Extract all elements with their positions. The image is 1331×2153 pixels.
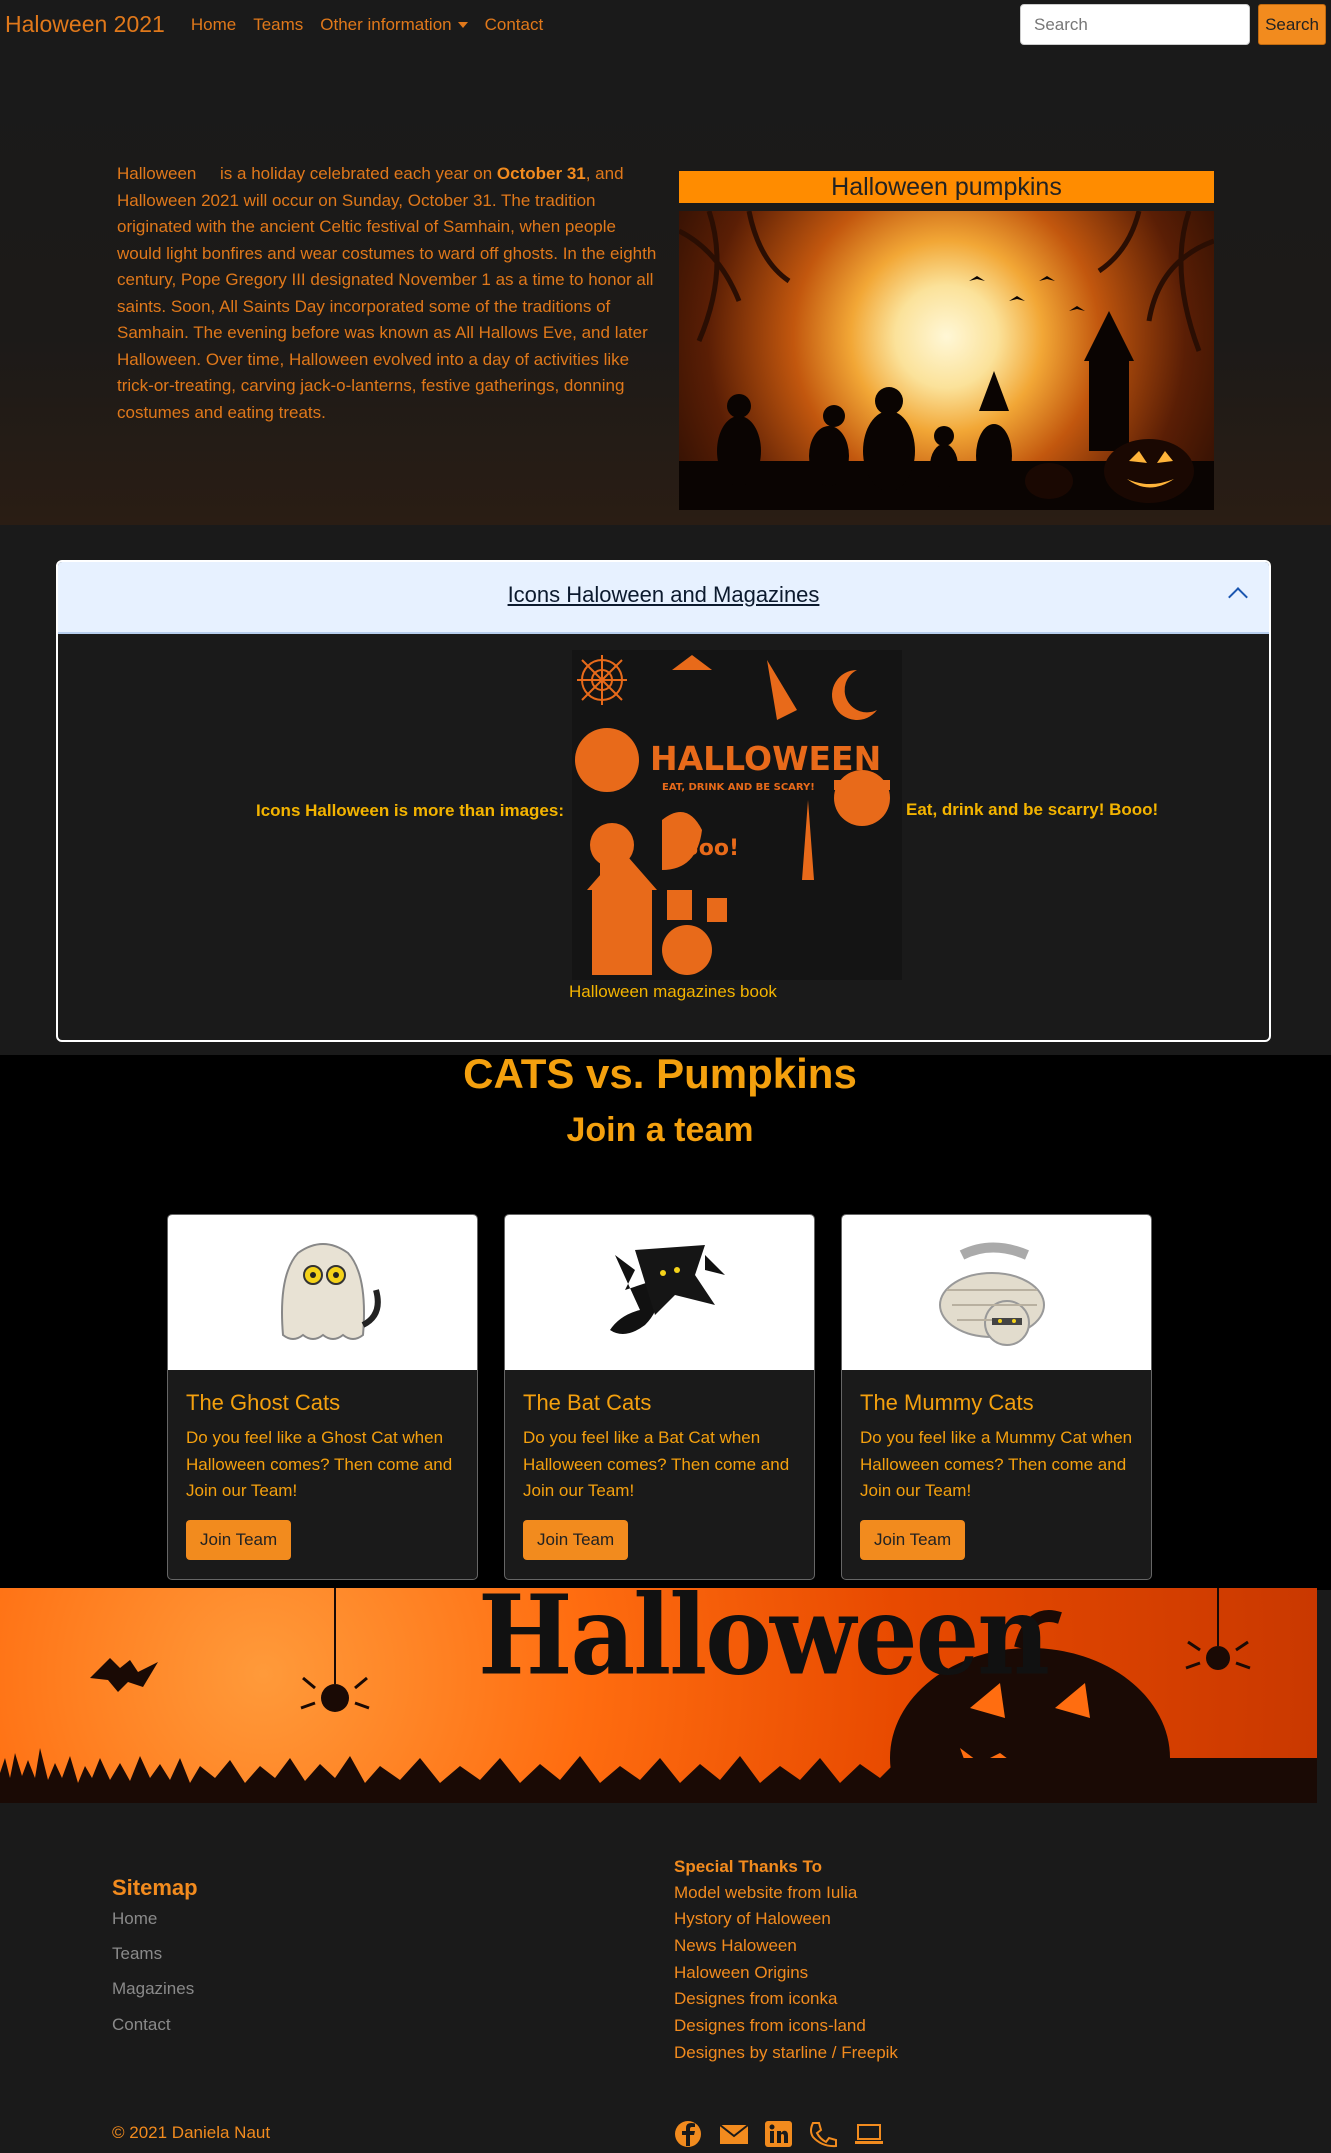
bat-cat-image	[505, 1215, 814, 1370]
join-team-button[interactable]: Join Team	[860, 1520, 966, 1560]
brand-link[interactable]: Haloween 2021	[5, 11, 165, 38]
accordion-header[interactable]: Icons Haloween and Magazines	[58, 562, 1269, 634]
sitemap-title: Sitemap	[112, 1875, 198, 1900]
team-name: The Bat Cats	[523, 1390, 652, 1415]
halloween-banner: Halloween	[0, 1588, 1317, 1803]
chevron-down-icon	[457, 22, 468, 29]
nav-contact[interactable]: Contact	[485, 15, 544, 35]
thanks-link[interactable]: Hystory of Haloween	[674, 1909, 831, 1929]
bat-cat-icon	[610, 1245, 725, 1334]
hero-description: Halloween is a holiday celebrated each y…	[117, 161, 657, 426]
magazine-boo: Boo!	[682, 836, 739, 861]
team-description: Do you feel like a Bat Cat when Hallowee…	[523, 1428, 790, 1500]
join-team-button[interactable]: Join Team	[523, 1520, 629, 1560]
ghost-cat-icon	[281, 1243, 381, 1340]
hero-date: October 31	[496, 164, 586, 183]
mummy-cat-icon	[939, 1242, 1045, 1346]
facebook-icon[interactable]	[674, 2120, 704, 2148]
hero-intro: is a holiday celebrated each year on	[215, 164, 497, 183]
halloween-magazine-image: HALLOWEEN EAT, DRINK AND BE SCARY! Boo!	[572, 650, 902, 980]
teams-subtitle: Join a team	[566, 1111, 754, 1149]
ghost-cat-image	[168, 1215, 477, 1370]
icons-intro-text: Icons Halloween is more than images:	[256, 801, 564, 820]
teams-title: CATS vs. Pumpkins	[463, 1050, 857, 1097]
footer-link-contact[interactable]: Contact	[112, 2015, 171, 2035]
thanks-link[interactable]: Model website from Iulia	[674, 1883, 857, 1903]
banner-title: Halloween	[478, 1588, 1050, 1700]
social-links	[674, 2120, 884, 2148]
halloween-pumpkins-image	[679, 211, 1214, 510]
team-name: The Mummy Cats	[860, 1390, 1034, 1415]
laptop-icon[interactable]	[854, 2120, 884, 2148]
magazine-subtitle: EAT, DRINK AND BE SCARY!	[662, 782, 815, 793]
footer: Sitemap Home Teams Magazines Contact Spe…	[0, 1803, 1317, 2153]
thanks-link[interactable]: Designes by starline / Freepik	[674, 2043, 898, 2063]
footer-link-magazines[interactable]: Magazines	[112, 1979, 194, 1999]
copyright: © 2021 Daniela Naut	[112, 2123, 271, 2142]
eat-drink-text: Eat, drink and be scarry! Booo!	[906, 800, 1159, 819]
nav-other-label: Other information	[320, 14, 452, 34]
footer-link-teams[interactable]: Teams	[112, 1944, 162, 1964]
team-card-mummy: The Mummy Cats Do you feel like a Mummy …	[841, 1214, 1152, 1580]
join-team-button[interactable]: Join Team	[186, 1520, 292, 1560]
thanks-link[interactable]: Haloween Origins	[674, 1963, 808, 1983]
linkedin-icon[interactable]	[764, 2120, 794, 2148]
team-card-ghost: The Ghost Cats Do you feel like a Ghost …	[167, 1214, 478, 1580]
team-name: The Ghost Cats	[186, 1390, 341, 1415]
team-description: Do you feel like a Ghost Cat when Hallow…	[186, 1428, 453, 1500]
thanks-link[interactable]: Designes from iconka	[674, 1989, 837, 2009]
mail-icon[interactable]	[719, 2120, 749, 2148]
team-card-bat: The Bat Cats Do you feel like a Bat Cat …	[504, 1214, 815, 1580]
pumpkins-image-title: Halloween pumpkins	[679, 171, 1214, 203]
thanks-title: Special Thanks To	[674, 1857, 823, 1876]
nav-links: Home Teams Other information Contact	[191, 15, 560, 35]
nav-other-information[interactable]: Other information	[320, 14, 468, 35]
thanks-link[interactable]: Designes from icons-land	[674, 2016, 866, 2036]
search-button[interactable]: Search	[1258, 4, 1326, 45]
phone-icon[interactable]	[809, 2120, 839, 2148]
nav-teams[interactable]: Teams	[253, 15, 303, 35]
hero-body: , and Halloween 2021 will occur on Sunda…	[117, 164, 657, 422]
search-input[interactable]	[1020, 4, 1250, 45]
magazine-caption: Halloween magazines book	[569, 982, 777, 1001]
top-navbar: Haloween 2021 Home Teams Other informati…	[0, 0, 1331, 49]
mummy-cat-image	[842, 1215, 1151, 1370]
nav-home[interactable]: Home	[191, 15, 236, 35]
accordion-header-label: Icons Haloween and Magazines	[507, 582, 820, 607]
accordion: Icons Haloween and Magazines Icons Hallo…	[56, 560, 1271, 1042]
team-description: Do you feel like a Mummy Cat when Hallow…	[860, 1428, 1133, 1500]
footer-link-home[interactable]: Home	[112, 1909, 157, 1929]
magazine-title: HALLOWEEN	[650, 739, 881, 778]
pumpkins-scene-icon	[679, 211, 1214, 510]
hero-word: Halloween	[117, 164, 197, 183]
magazine-cover-icon: HALLOWEEN EAT, DRINK AND BE SCARY! Boo!	[575, 655, 890, 975]
thanks-link[interactable]: News Haloween	[674, 1936, 797, 1956]
